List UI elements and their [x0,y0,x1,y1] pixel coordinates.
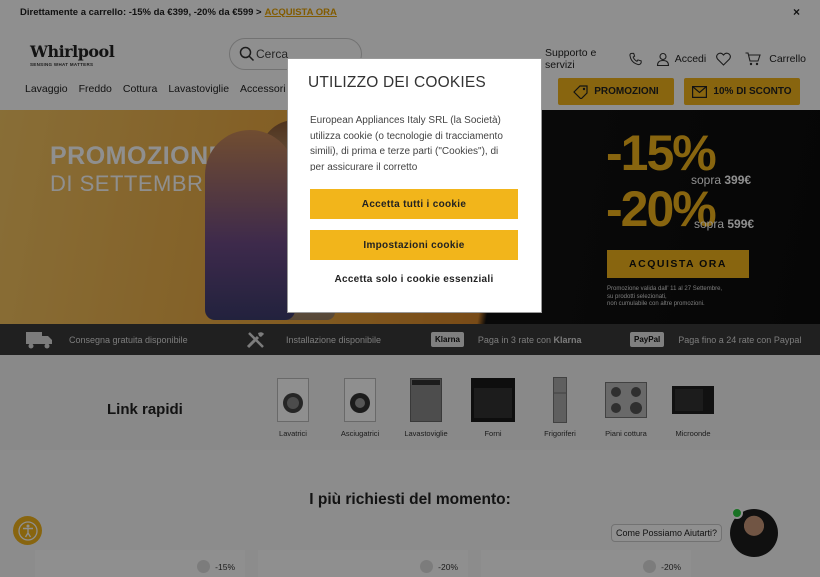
cookie-settings-button[interactable]: Impostazioni cookie [310,230,518,260]
cookie-text: European Appliances Italy SRL (la Societ… [310,115,503,171]
accept-all-cookies-button[interactable]: Accetta tutti i cookie [310,189,518,219]
page: Direttamente a carrello: -15% da €399, -… [0,0,820,577]
cookie-dialog: UTILIZZO DEI COOKIES European Appliances… [287,58,542,313]
cookie-title: UTILIZZO DEI COOKIES [308,74,486,91]
accept-essential-cookies-button[interactable]: Accetta solo i cookie essenziali [310,274,518,285]
